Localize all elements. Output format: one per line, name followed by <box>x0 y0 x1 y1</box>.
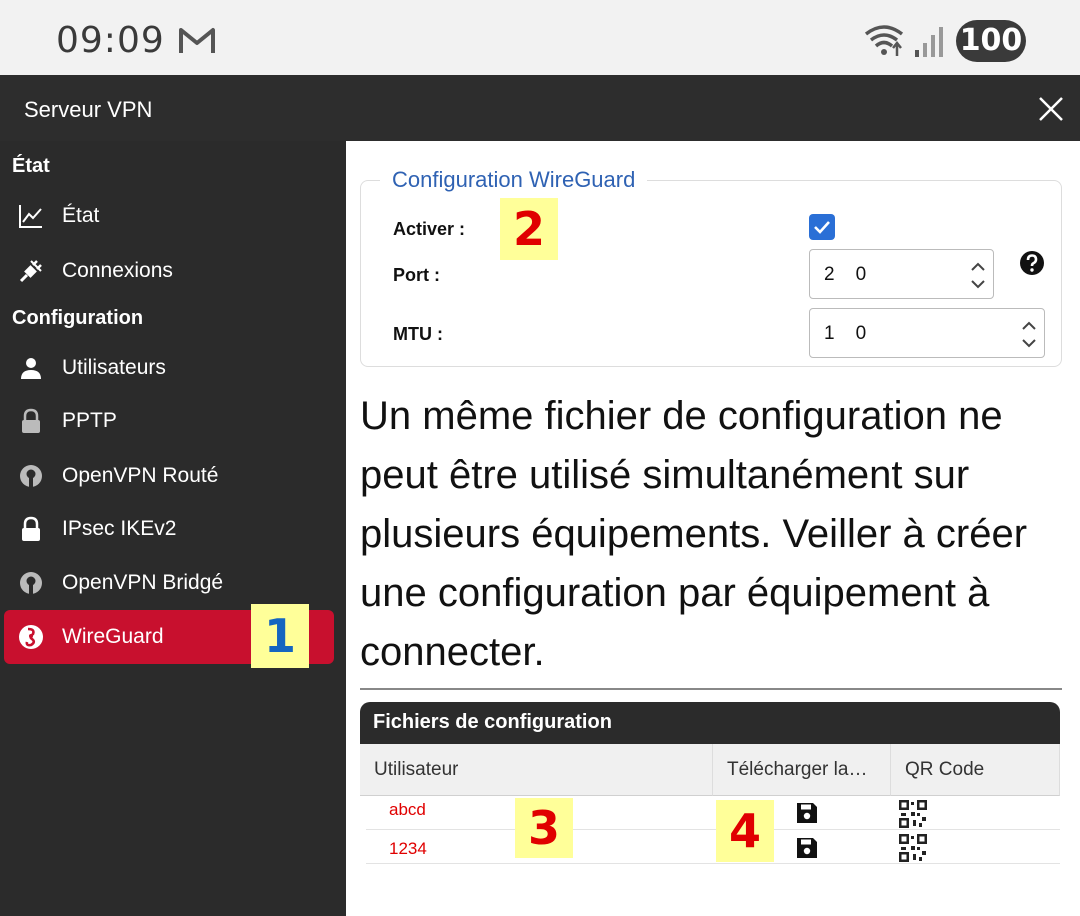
wireguard-config-legend: Configuration WireGuard <box>380 167 648 193</box>
main-panel: Activer : Port : MTU : Configuration Wir… <box>346 141 1080 916</box>
lock-icon <box>22 408 40 433</box>
close-icon[interactable] <box>1036 94 1066 124</box>
table-row: abcd <box>366 796 1060 830</box>
sidebar-item-etat[interactable]: État <box>4 189 334 243</box>
check-icon <box>814 221 830 234</box>
dialog-title: Serveur VPN <box>24 97 153 122</box>
port-label: Port : <box>393 265 440 285</box>
battery-indicator: 100 <box>956 20 1026 62</box>
cellular-signal-icon <box>915 27 943 57</box>
gmail-icon <box>179 28 215 53</box>
help-icon[interactable] <box>1019 250 1045 276</box>
annotation-marker-1: 1 <box>251 604 309 668</box>
sidebar-section-config: Configuration <box>12 307 144 329</box>
port-value: 2 0 <box>824 264 867 285</box>
config-warning-text: Un même fichier de configuration ne peut… <box>360 394 1028 674</box>
qr-code-icon[interactable] <box>899 800 927 828</box>
spin-arrows-icon[interactable] <box>967 256 989 294</box>
sidebar-item-label: Utilisateurs <box>62 356 166 379</box>
chart-line-icon <box>19 205 42 228</box>
spin-arrows-icon[interactable] <box>1018 315 1040 353</box>
sidebar-item-connexions[interactable]: Connexions <box>4 244 334 298</box>
config-files-title: Fichiers de configuration <box>373 711 612 733</box>
mtu-input[interactable]: 1 0 <box>809 308 1045 358</box>
sidebar-item-label: Connexions <box>62 259 173 282</box>
annotation-marker-2: 2 <box>500 198 558 260</box>
mtu-value: 1 0 <box>824 323 867 344</box>
dialog-header: Serveur VPN <box>0 75 1080 141</box>
download-save-icon[interactable] <box>796 837 818 859</box>
column-header-telecharger[interactable]: Télécharger la… <box>713 744 891 796</box>
row-user: 1234 <box>389 839 427 858</box>
sidebar-section-state: État <box>12 155 50 177</box>
sidebar-item-label: IPsec IKEv2 <box>62 517 177 540</box>
qr-code-icon[interactable] <box>899 834 927 862</box>
activer-checkbox[interactable] <box>809 214 835 240</box>
sidebar-item-openvpn-route[interactable]: OpenVPN Routé <box>4 449 334 503</box>
divider <box>360 688 1062 690</box>
sidebar-item-label: WireGuard <box>62 625 164 648</box>
mtu-label: MTU : <box>393 324 443 344</box>
openvpn-icon <box>20 572 42 594</box>
plug-icon <box>19 260 42 283</box>
config-files-header: Fichiers de configuration <box>360 702 1060 744</box>
sidebar-item-ipsec-ikev2[interactable]: IPsec IKEv2 <box>4 502 334 556</box>
sidebar-item-pptp[interactable]: PPTP <box>4 394 334 448</box>
status-bar: 09:09 100 <box>0 0 1080 75</box>
user-icon <box>21 358 41 379</box>
wifi-icon <box>864 25 904 56</box>
lock-icon <box>22 516 40 541</box>
activer-label: Activer : <box>393 219 466 239</box>
column-header-qr-code[interactable]: QR Code <box>891 744 1060 796</box>
status-time: 09:09 <box>56 20 165 61</box>
sidebar-item-label: État <box>62 204 100 227</box>
annotation-marker-4: 4 <box>716 800 774 862</box>
config-files-table: Fichiers de configuration Utilisateur Té… <box>360 702 1060 902</box>
sidebar-item-label: OpenVPN Bridgé <box>62 571 224 594</box>
table-row: 1234 <box>366 830 1060 864</box>
sidebar-item-openvpn-bridge[interactable]: OpenVPN Bridgé <box>4 556 334 610</box>
openvpn-icon <box>20 465 42 487</box>
sidebar: État État Connexions Configuration Utili… <box>0 141 346 916</box>
sidebar-item-utilisateurs[interactable]: Utilisateurs <box>4 341 334 395</box>
annotation-marker-3: 3 <box>515 798 573 858</box>
column-header-utilisateur[interactable]: Utilisateur <box>360 744 713 796</box>
port-input[interactable]: 2 0 <box>809 249 994 299</box>
wireguard-icon <box>19 625 43 649</box>
download-save-icon[interactable] <box>796 802 818 824</box>
sidebar-item-label: PPTP <box>62 409 117 432</box>
row-user: abcd <box>389 800 426 819</box>
sidebar-item-label: OpenVPN Routé <box>62 464 219 487</box>
